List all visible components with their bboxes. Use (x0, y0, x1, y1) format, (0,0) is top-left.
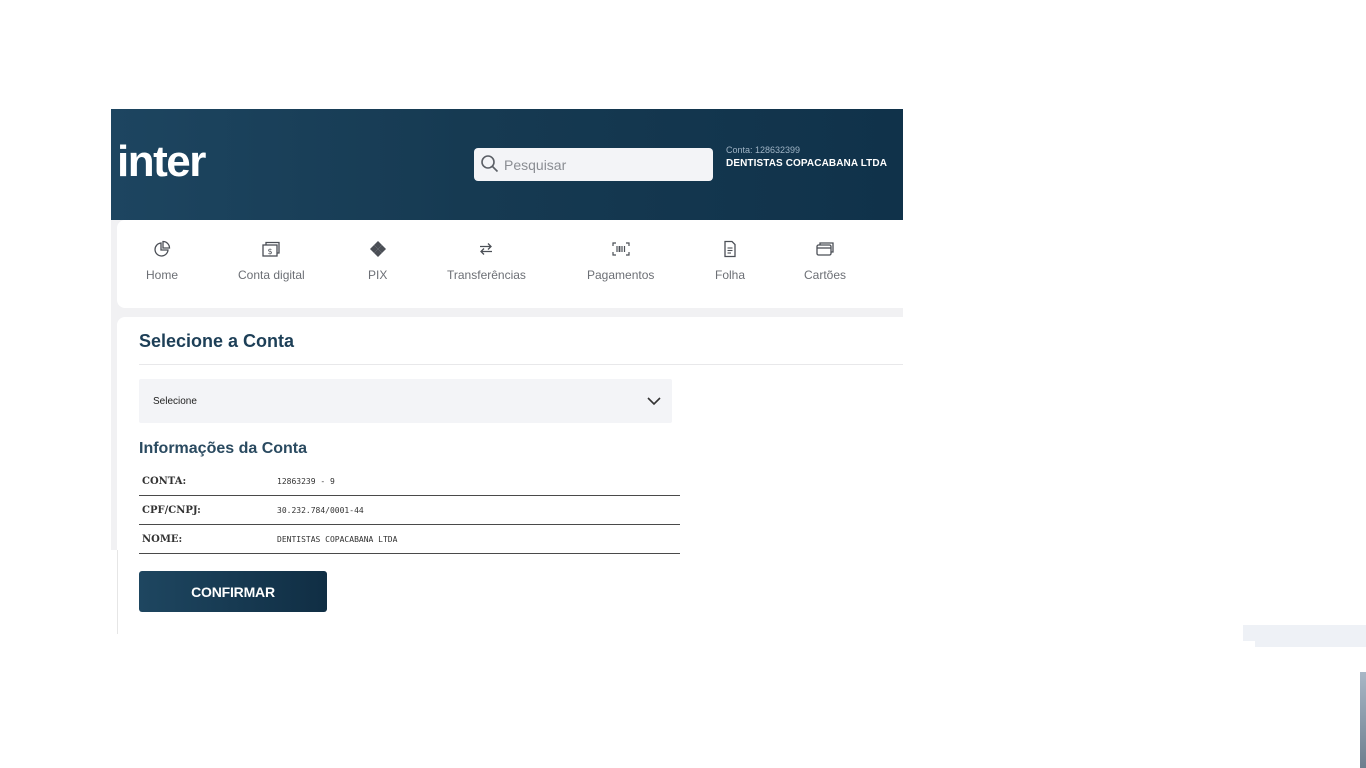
panel-edge (117, 550, 118, 634)
logo[interactable]: inter (117, 137, 206, 187)
nav-item-label: Pagamentos (587, 268, 655, 282)
search-icon (481, 155, 499, 173)
transfer-arrows-icon (480, 243, 493, 255)
chevron-down-icon (647, 397, 661, 406)
cards-icon (816, 242, 834, 256)
background-fragment (1255, 641, 1366, 647)
nav-item-label: Home (146, 268, 179, 282)
nav-item-pagamentos[interactable]: Pagamentos (587, 240, 654, 282)
search-input[interactable] (504, 148, 704, 181)
page-title: Selecione a Conta (139, 331, 295, 351)
nav-item-label: Conta digital (238, 268, 305, 282)
info-value: 30.232.784/0001-44 (277, 506, 364, 515)
nav-item-conta-digital[interactable]: $ Conta digital (238, 240, 305, 282)
info-row-conta: CONTA: 12863239 - 9 (139, 467, 680, 496)
money-note-icon: $ (262, 241, 281, 257)
info-key: CONTA: (142, 476, 187, 487)
search-box[interactable] (474, 148, 713, 181)
info-key: CPF/CNPJ: (142, 505, 201, 516)
info-value: 12863239 - 9 (277, 477, 335, 486)
nav-item-home[interactable]: Home (146, 240, 178, 282)
nav-item-label: PIX (368, 268, 388, 282)
account-name: DENTISTAS COPACABANA LTDA (726, 158, 888, 169)
info-row-cpf-cnpj: CPF/CNPJ: 30.232.784/0001-44 (139, 496, 680, 525)
nav-item-cartoes[interactable]: Cartões (804, 240, 846, 282)
svg-text:$: $ (268, 247, 273, 256)
pix-icon (369, 241, 386, 257)
account-number: Conta: 128632399 (726, 145, 801, 155)
info-key: NOME: (142, 534, 183, 545)
nav-item-folha[interactable]: Folha (715, 240, 745, 282)
nav-item-label: Transferências (447, 268, 526, 282)
nav-item-transferencias[interactable]: Transferências (447, 240, 526, 282)
info-row-nome: NOME: DENTISTAS COPACABANA LTDA (139, 525, 680, 554)
app-frame: inter Conta: 128632399 DENTISTAS COPACAB… (111, 109, 903, 642)
account-select[interactable]: Selecione (139, 379, 672, 423)
account-info-title: Informações da Conta (139, 440, 308, 457)
account-select-value: Selecione (153, 396, 197, 407)
account-info-table: CONTA: 12863239 - 9 CPF/CNPJ: 30.232.784… (139, 467, 680, 554)
nav-item-label: Cartões (804, 268, 847, 282)
confirm-button[interactable]: CONFIRMAR (139, 571, 327, 612)
nav-item-pix[interactable]: PIX (368, 240, 387, 282)
account-info[interactable]: Conta: 128632399 DENTISTAS COPACABANA LT… (726, 145, 887, 169)
header: inter Conta: 128632399 DENTISTAS COPACAB… (111, 109, 903, 220)
divider (139, 364, 903, 365)
main-nav: Home $ Conta digital PIX Transferências … (117, 220, 903, 308)
background-fragment (1360, 672, 1366, 768)
document-icon (724, 240, 736, 258)
info-value: DENTISTAS COPACABANA LTDA (277, 535, 398, 544)
pie-chart-icon (154, 240, 171, 257)
background-fragment (1243, 625, 1366, 641)
nav-item-label: Folha (715, 268, 746, 282)
barcode-icon (612, 242, 630, 256)
